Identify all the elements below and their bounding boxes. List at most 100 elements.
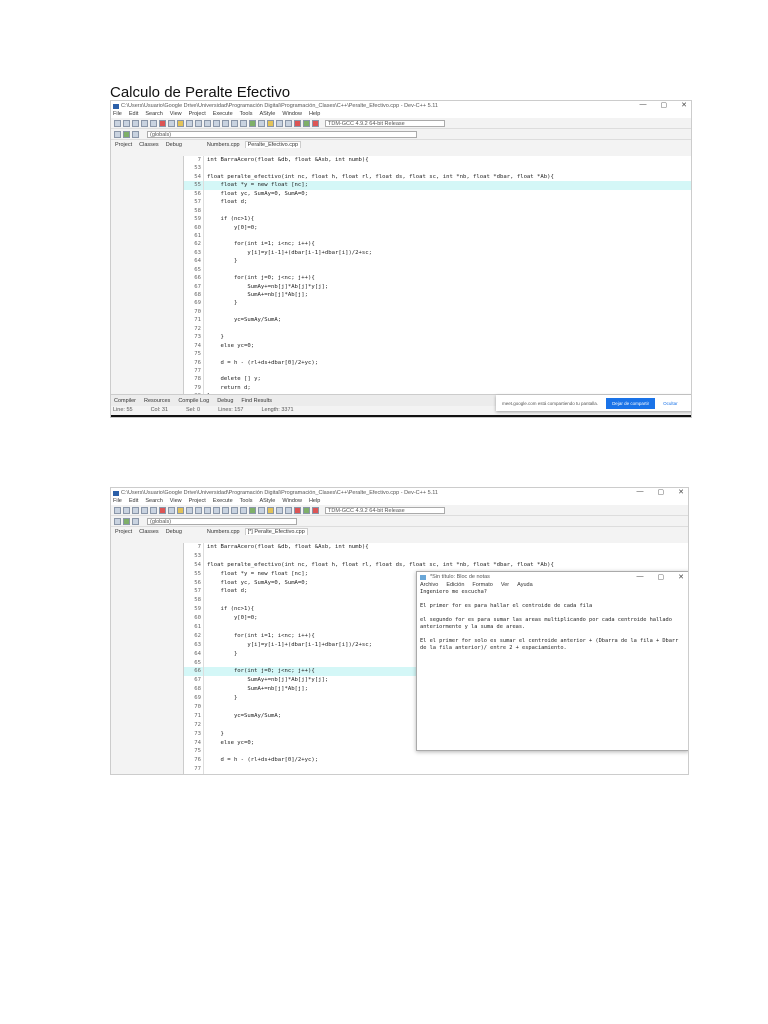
tab-debug[interactable]: Debug (164, 142, 184, 148)
close-button[interactable]: ✕ (678, 573, 684, 581)
toolbar-button[interactable] (141, 506, 148, 514)
toolbar-button[interactable] (150, 119, 157, 127)
scope-select[interactable]: (globals) (147, 130, 417, 138)
notepad-menu-1[interactable]: Edición (446, 582, 464, 589)
toolbar-button[interactable] (294, 506, 301, 514)
toolbar-button[interactable] (168, 506, 175, 514)
compiler-select[interactable]: TDM-GCC 4.9.2 64-bit Release (325, 506, 445, 514)
menu-view[interactable]: View (170, 111, 182, 118)
toolbar-button[interactable] (114, 119, 121, 127)
stop-sharing-button[interactable]: Dejar de compartir (606, 397, 656, 409)
toolbar-button[interactable] (204, 119, 211, 127)
toolbar-button[interactable] (303, 506, 310, 514)
toolbar-button[interactable] (267, 506, 274, 514)
notepad-menu-3[interactable]: Ver (501, 582, 509, 589)
menu-help[interactable]: Help (309, 111, 320, 118)
menu-search[interactable]: Search (145, 498, 162, 505)
file-tab-numbers[interactable]: Numbers.cpp (205, 529, 242, 535)
menu-edit[interactable]: Edit (129, 498, 138, 505)
toolbar-button[interactable] (276, 119, 283, 127)
tab-project[interactable]: Project (113, 142, 134, 148)
toolbar-button[interactable] (285, 119, 292, 127)
toolbar-button[interactable] (132, 119, 139, 127)
notepad-menu-0[interactable]: Archivo (420, 582, 438, 589)
file-tab-numbers[interactable]: Numbers.cpp (205, 142, 242, 148)
minimize-button[interactable]: — (637, 488, 644, 496)
bottom-tab-4[interactable]: Find Results (241, 398, 272, 404)
bottom-tab-0[interactable]: Compiler (114, 398, 136, 404)
maximize-button[interactable]: ▢ (661, 101, 668, 109)
menu-window[interactable]: Window (282, 111, 302, 118)
code-editor[interactable]: 7 int BarraAcero(float &db, float &Asb, i… (184, 156, 691, 394)
toolbar-button[interactable] (123, 119, 130, 127)
toolbar-button[interactable] (132, 506, 139, 514)
menu-help[interactable]: Help (309, 498, 320, 505)
file-tab-peralte[interactable]: Peralte_Efectivo.cpp (244, 141, 302, 148)
compiler-select[interactable]: TDM-GCC 4.9.2 64-bit Release (325, 119, 445, 127)
close-button[interactable]: ✕ (681, 101, 687, 109)
menu-file[interactable]: File (113, 111, 122, 118)
tab-classes[interactable]: Classes (137, 142, 161, 148)
menu-window[interactable]: Window (282, 498, 302, 505)
file-tab-peralte[interactable]: [*] Peralte_Efectivo.cpp (244, 528, 308, 535)
scope-select[interactable]: (globals) (147, 517, 297, 525)
menu-file[interactable]: File (113, 498, 122, 505)
toolbar-button[interactable] (249, 506, 256, 514)
toolbar-button[interactable] (168, 119, 175, 127)
tab-project[interactable]: Project (113, 529, 134, 535)
toolbar-button[interactable] (276, 506, 283, 514)
notepad-text[interactable]: Ingeniero me escucha? El primer for es p… (417, 589, 688, 652)
toolbar-button[interactable] (213, 506, 220, 514)
toolbar-button[interactable] (177, 506, 184, 514)
menu-execute[interactable]: Execute (213, 498, 233, 505)
toolbar-button[interactable] (258, 119, 265, 127)
bottom-tab-2[interactable]: Compile Log (178, 398, 209, 404)
menu-execute[interactable]: Execute (213, 111, 233, 118)
menu-project[interactable]: Project (189, 498, 206, 505)
toolbar-button[interactable] (159, 506, 166, 514)
toolbar-button[interactable] (222, 119, 229, 127)
notepad-menu-2[interactable]: Formato (472, 582, 492, 589)
tab-debug[interactable]: Debug (164, 529, 184, 535)
toolbar-button[interactable] (177, 119, 184, 127)
notepad-menu-4[interactable]: Ayuda (517, 582, 533, 589)
toolbar-button[interactable] (150, 506, 157, 514)
menu-project[interactable]: Project (189, 111, 206, 118)
toolbar-button[interactable] (141, 119, 148, 127)
toolbar-button[interactable] (222, 506, 229, 514)
menu-tools[interactable]: Tools (240, 498, 253, 505)
menu-view[interactable]: View (170, 498, 182, 505)
toolbar-button[interactable] (195, 119, 202, 127)
menu-astyle[interactable]: AStyle (259, 498, 275, 505)
bottom-tab-3[interactable]: Debug (217, 398, 233, 404)
toolbar-button[interactable] (285, 506, 292, 514)
toolbar-button[interactable] (312, 506, 319, 514)
toolbar-button[interactable] (240, 506, 247, 514)
toolbar-button[interactable] (186, 119, 193, 127)
toolbar-button[interactable] (267, 119, 274, 127)
maximize-button[interactable]: ▢ (658, 573, 665, 581)
toolbar-button[interactable] (195, 506, 202, 514)
toolbar-button[interactable] (213, 119, 220, 127)
toolbar-button[interactable] (312, 119, 319, 127)
maximize-button[interactable]: ▢ (658, 488, 665, 496)
toolbar-button[interactable] (231, 506, 238, 514)
tab-classes[interactable]: Classes (137, 529, 161, 535)
menu-search[interactable]: Search (145, 111, 162, 118)
menu-astyle[interactable]: AStyle (259, 111, 275, 118)
menu-tools[interactable]: Tools (240, 111, 253, 118)
toolbar-button[interactable] (294, 119, 301, 127)
toolbar-button[interactable] (303, 119, 310, 127)
bottom-tab-1[interactable]: Resources (144, 398, 170, 404)
toolbar-button[interactable] (258, 506, 265, 514)
toolbar-button[interactable] (186, 506, 193, 514)
toolbar-button[interactable] (249, 119, 256, 127)
toolbar-button[interactable] (204, 506, 211, 514)
menu-edit[interactable]: Edit (129, 111, 138, 118)
hide-button[interactable]: Ocultar (663, 401, 678, 406)
toolbar-button[interactable] (240, 119, 247, 127)
minimize-button[interactable]: — (637, 573, 644, 581)
toolbar-button[interactable] (123, 506, 130, 514)
toolbar-button[interactable] (231, 119, 238, 127)
close-button[interactable]: ✕ (678, 488, 684, 496)
